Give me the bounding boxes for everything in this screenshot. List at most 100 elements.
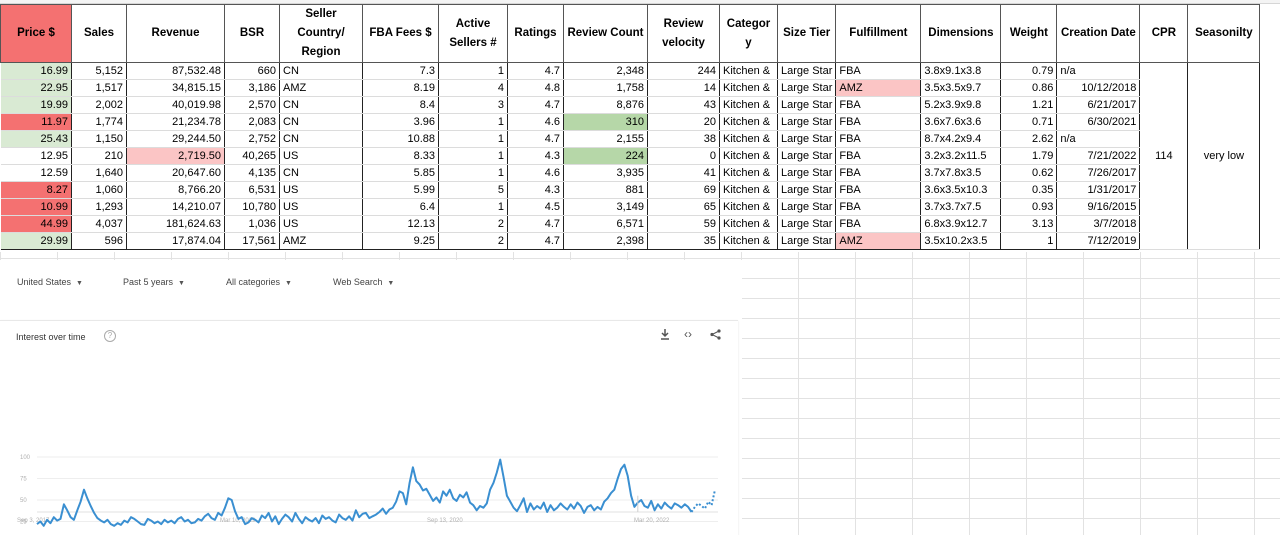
weight-cell[interactable]: 3.13 — [1000, 215, 1058, 233]
fulfillment-cell[interactable]: FBA — [835, 198, 922, 216]
review-count-cell[interactable]: 1,758 — [563, 79, 648, 97]
sales-cell[interactable]: 210 — [71, 147, 127, 165]
header-dimensions[interactable]: Dimensions — [920, 4, 1002, 63]
sales-cell[interactable]: 1,150 — [71, 130, 127, 148]
active-sellers-cell[interactable]: 1 — [438, 164, 508, 182]
review-count-cell[interactable]: 2,348 — [563, 62, 648, 80]
header-cpr[interactable]: CPR — [1139, 4, 1189, 63]
active-sellers-cell[interactable]: 1 — [438, 130, 508, 148]
ratings-cell[interactable]: 4.7 — [507, 62, 564, 80]
bsr-cell[interactable]: 3,186 — [224, 79, 280, 97]
review-count-cell[interactable]: 881 — [563, 181, 648, 199]
active-sellers-cell[interactable]: 1 — [438, 198, 508, 216]
search-type-filter[interactable]: Web Search ▼ — [333, 277, 394, 287]
price-cell[interactable]: 29.99 — [0, 232, 72, 250]
header-size-tier[interactable]: Size Tier — [776, 4, 837, 63]
review-velocity-cell[interactable]: 0 — [647, 147, 720, 165]
size-tier-cell[interactable]: Large Star — [777, 130, 837, 148]
weight-cell[interactable]: 1.21 — [1000, 96, 1058, 114]
creation-date-cell[interactable]: n/a — [1056, 130, 1141, 148]
fulfillment-cell[interactable]: FBA — [835, 147, 922, 165]
category-cell[interactable]: Kitchen & — [719, 113, 778, 131]
size-tier-cell[interactable]: Large Star — [777, 164, 837, 182]
category-cell[interactable]: Kitchen & — [719, 198, 778, 216]
creation-date-cell[interactable]: 1/31/2017 — [1056, 181, 1141, 199]
sales-cell[interactable]: 1,293 — [71, 198, 127, 216]
ratings-cell[interactable]: 4.7 — [507, 96, 564, 114]
ratings-cell[interactable]: 4.7 — [507, 232, 564, 250]
header-review-velocity[interactable]: Review velocity — [647, 4, 720, 63]
bsr-cell[interactable]: 40,265 — [224, 147, 280, 165]
review-count-cell[interactable]: 224 — [563, 147, 648, 165]
weight-cell[interactable]: 0.62 — [1000, 164, 1058, 182]
fba-fees-cell[interactable]: 9.25 — [362, 232, 439, 250]
price-cell[interactable]: 25.43 — [0, 130, 72, 148]
size-tier-cell[interactable]: Large Star — [777, 198, 837, 216]
cpr-cell[interactable]: 114 — [1139, 62, 1189, 250]
review-count-cell[interactable]: 2,155 — [563, 130, 648, 148]
category-cell[interactable]: Kitchen & — [719, 215, 778, 233]
bsr-cell[interactable]: 17,561 — [224, 232, 280, 250]
fulfillment-cell[interactable]: FBA — [835, 181, 922, 199]
revenue-cell[interactable]: 17,874.04 — [126, 232, 225, 250]
price-cell[interactable]: 10.99 — [0, 198, 72, 216]
country-cell[interactable]: CN — [279, 113, 363, 131]
period-filter[interactable]: Past 5 years ▼ — [123, 277, 185, 287]
header-category[interactable]: Categor y — [719, 4, 778, 63]
fba-fees-cell[interactable]: 3.96 — [362, 113, 439, 131]
price-cell[interactable]: 12.59 — [0, 164, 72, 182]
review-velocity-cell[interactable]: 41 — [647, 164, 720, 182]
header-price[interactable]: Price $ — [0, 4, 72, 63]
category-cell[interactable]: Kitchen & — [719, 130, 778, 148]
country-cell[interactable]: CN — [279, 164, 363, 182]
price-cell[interactable]: 11.97 — [0, 113, 72, 131]
revenue-cell[interactable]: 14,210.07 — [126, 198, 225, 216]
price-cell[interactable]: 8.27 — [0, 181, 72, 199]
header-creation-date[interactable]: Creation Date — [1056, 4, 1141, 63]
fba-fees-cell[interactable]: 12.13 — [362, 215, 439, 233]
sales-cell[interactable]: 1,640 — [71, 164, 127, 182]
sales-cell[interactable]: 1,774 — [71, 113, 127, 131]
revenue-cell[interactable]: 8,766.20 — [126, 181, 225, 199]
seasonality-cell[interactable]: very low — [1187, 62, 1261, 250]
fulfillment-cell[interactable]: AMZ — [835, 232, 922, 250]
weight-cell[interactable]: 1 — [1000, 232, 1058, 250]
help-icon[interactable]: ? — [104, 330, 116, 342]
country-cell[interactable]: CN — [279, 96, 363, 114]
category-cell[interactable]: Kitchen & — [719, 79, 778, 97]
share-icon[interactable] — [710, 329, 721, 343]
review-velocity-cell[interactable]: 244 — [647, 62, 720, 80]
dimensions-cell[interactable]: 3.2x3.2x11.5 — [920, 147, 1002, 165]
region-filter[interactable]: United States ▼ — [17, 277, 83, 287]
weight-cell[interactable]: 0.71 — [1000, 113, 1058, 131]
ratings-cell[interactable]: 4.7 — [507, 130, 564, 148]
header-revenue[interactable]: Revenue — [126, 4, 225, 63]
review-velocity-cell[interactable]: 59 — [647, 215, 720, 233]
creation-date-cell[interactable]: 3/7/2018 — [1056, 215, 1141, 233]
weight-cell[interactable]: 1.79 — [1000, 147, 1058, 165]
fba-fees-cell[interactable]: 8.4 — [362, 96, 439, 114]
review-count-cell[interactable]: 2,398 — [563, 232, 648, 250]
price-cell[interactable]: 22.95 — [0, 79, 72, 97]
price-cell[interactable]: 19.99 — [0, 96, 72, 114]
sales-cell[interactable]: 596 — [71, 232, 127, 250]
creation-date-cell[interactable]: 7/12/2019 — [1056, 232, 1141, 250]
active-sellers-cell[interactable]: 1 — [438, 62, 508, 80]
active-sellers-cell[interactable]: 2 — [438, 215, 508, 233]
fulfillment-cell[interactable]: FBA — [835, 113, 922, 131]
fba-fees-cell[interactable]: 5.99 — [362, 181, 439, 199]
size-tier-cell[interactable]: Large Star — [777, 232, 837, 250]
dimensions-cell[interactable]: 3.5x10.2x3.5 — [920, 232, 1002, 250]
revenue-cell[interactable]: 21,234.78 — [126, 113, 225, 131]
ratings-cell[interactable]: 4.6 — [507, 164, 564, 182]
revenue-cell[interactable]: 20,647.60 — [126, 164, 225, 182]
creation-date-cell[interactable]: 6/21/2017 — [1056, 96, 1141, 114]
bsr-cell[interactable]: 660 — [224, 62, 280, 80]
size-tier-cell[interactable]: Large Star — [777, 96, 837, 114]
header-ratings[interactable]: Ratings — [507, 4, 564, 63]
review-velocity-cell[interactable]: 14 — [647, 79, 720, 97]
review-count-cell[interactable]: 8,876 — [563, 96, 648, 114]
country-cell[interactable]: US — [279, 215, 363, 233]
ratings-cell[interactable]: 4.3 — [507, 181, 564, 199]
review-velocity-cell[interactable]: 38 — [647, 130, 720, 148]
